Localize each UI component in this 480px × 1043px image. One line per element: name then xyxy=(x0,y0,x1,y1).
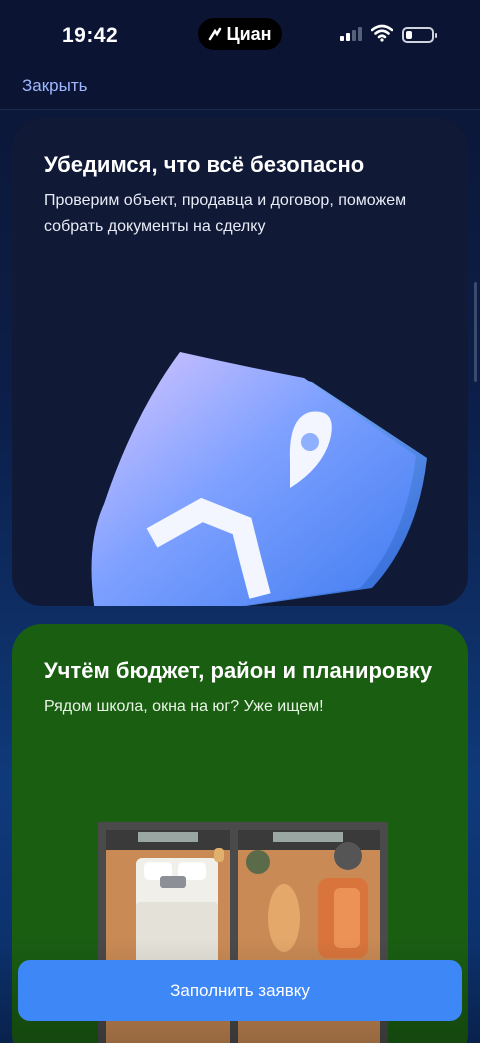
card-title: Убедимся, что всё безопасно xyxy=(44,152,365,177)
status-time: 19:42 xyxy=(62,24,119,47)
card-safety: Убедимся, что всё безопасно Проверим объ… xyxy=(12,118,468,606)
battery-icon xyxy=(402,27,437,43)
shield-icon xyxy=(91,352,427,606)
scrollbar[interactable] xyxy=(474,282,477,382)
status-bar: 19:42 Циан xyxy=(0,0,480,70)
card-text: Рядом школа, окна на юг? Уже ищем! xyxy=(44,698,324,715)
close-button[interactable]: Закрыть xyxy=(22,76,87,96)
signal-icon xyxy=(340,27,362,41)
submit-application-button[interactable]: Заполнить заявку xyxy=(18,960,462,1021)
card-title: Учтём бюджет, район и планировку xyxy=(44,658,433,683)
app-pill-label: Циан xyxy=(226,23,272,44)
card-text: Проверим объект, продавца и договор, пом… xyxy=(44,192,407,235)
top-bar: Закрыть xyxy=(0,70,480,110)
wifi-icon xyxy=(371,24,393,42)
app-pill[interactable]: Циан xyxy=(198,18,282,50)
arrow-icon xyxy=(209,27,222,41)
